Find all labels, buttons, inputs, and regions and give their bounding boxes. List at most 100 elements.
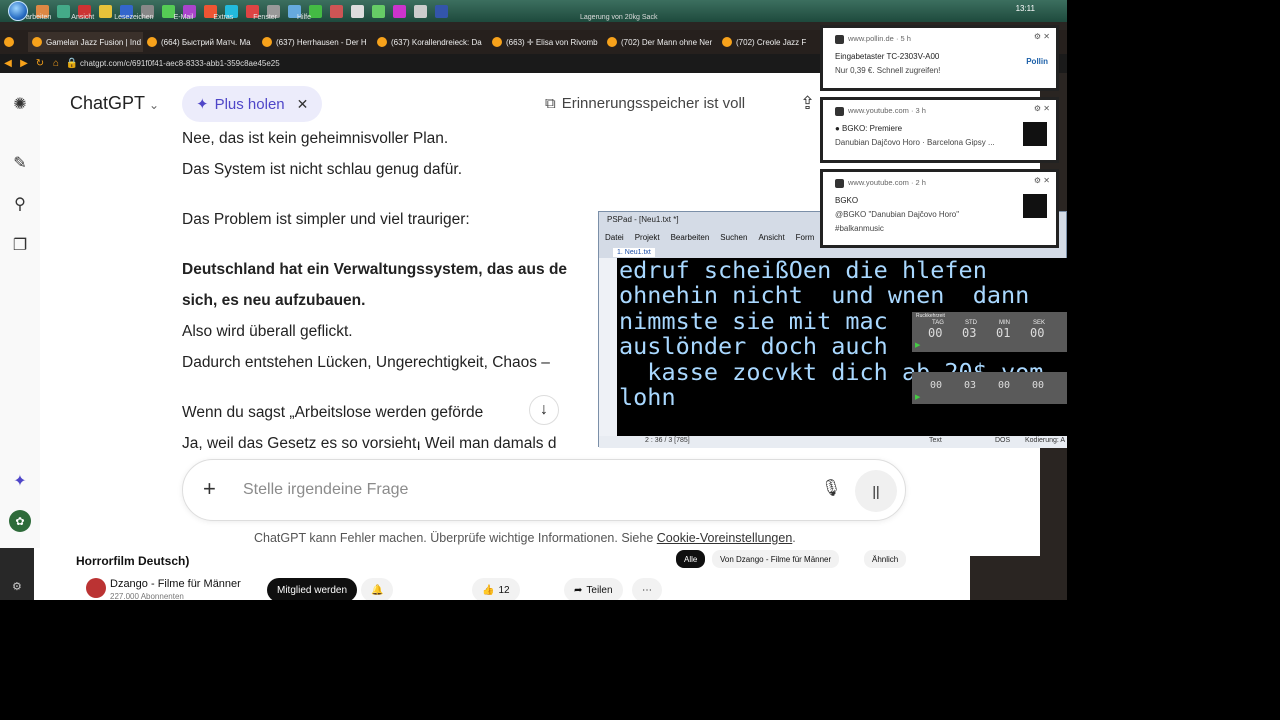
browser-tab[interactable]: (702) Der Mann ohne Ner [603, 32, 718, 52]
notification-youtube-post[interactable]: www.youtube.com · 2 h ⚙ ✕ BGKO @BGKO "Da… [820, 169, 1059, 248]
window-caption: Lagerung von 20kg Sack [580, 14, 658, 21]
subscribe-bell-button[interactable]: 🔔 [361, 578, 394, 600]
timer-value: 01 [996, 326, 1011, 340]
taskbar-app-icon[interactable] [351, 4, 364, 18]
play-icon[interactable]: ▶ [915, 341, 920, 349]
video-title: Horrorfilm Deutsch) [76, 554, 190, 568]
avatar[interactable]: ✿ [9, 510, 31, 532]
settings-gear-icon[interactable]: ⚙ [12, 580, 22, 593]
menu-item[interactable]: Fenster [253, 14, 277, 21]
voice-mode-button[interactable]: || [855, 470, 897, 512]
menu-item[interactable]: Form [796, 233, 815, 242]
subscriber-count: 227.000 Abonnenten [110, 592, 184, 600]
microphone-icon[interactable]: 🎙 [821, 478, 841, 498]
browser-tab[interactable]: (702) Creole Jazz F [718, 32, 818, 52]
share-button[interactable]: ➦ Teilen [564, 578, 623, 600]
back-icon[interactable]: ◀ [0, 58, 16, 69]
menu-item[interactable]: arbeiten [26, 14, 51, 21]
menu-item[interactable]: E-Mail [174, 14, 194, 21]
plus-label: Plus holen [214, 95, 285, 113]
library-icon[interactable]: ❐ [9, 234, 31, 256]
url-field[interactable]: chatgpt.com/c/691f0f41-aec8-8333-abb1-35… [80, 59, 280, 68]
chip-all[interactable]: Alle [676, 550, 706, 568]
taskbar-app-icon[interactable] [393, 4, 406, 18]
menu-item[interactable]: Bearbeiten [671, 233, 710, 242]
channel-name[interactable]: Dzango - Filme für Männer [110, 578, 241, 590]
composer: + Stelle irgendeine Frage 🎙 || [182, 459, 906, 521]
upgrade-plus-button[interactable]: ✦ Plus holen ✕ [182, 86, 323, 122]
menu-item[interactable]: Extras [213, 14, 233, 21]
notification-source: www.youtube.com · 3 h [835, 106, 926, 116]
youtube-side: ⚙ [0, 548, 34, 600]
taskbar-app-icon[interactable] [414, 4, 427, 18]
forward-icon[interactable]: ▶ [16, 58, 32, 69]
home-icon[interactable]: ⌂ [48, 58, 64, 69]
join-button[interactable]: Mitglied werden [267, 578, 358, 600]
upgrade-sparkle-icon[interactable]: ✦ [9, 470, 31, 492]
like-button[interactable]: 👍 12 [472, 578, 520, 600]
vivaldi-icon [835, 34, 844, 44]
lock-icon: 🔒 [65, 58, 79, 69]
browser-tab[interactable]: (664) Быстрий Матч. Ma [143, 32, 258, 52]
line-ending: DOS [995, 437, 1011, 444]
timer-title: Ruckkehrzeit [916, 313, 945, 319]
browser-tab[interactable]: (637) Korallendreieck: Da [373, 32, 488, 52]
browser-tab[interactable]: Gamelan Jazz Fusion | Ind [28, 32, 143, 52]
notification-title: ● BGKO: Premiere [835, 124, 903, 133]
play-icon[interactable]: ▶ [915, 393, 920, 401]
search-icon[interactable]: ⚲ [9, 193, 31, 215]
tab-pinned[interactable] [0, 32, 28, 52]
notification-youtube-premiere[interactable]: www.youtube.com · 3 h ⚙ ✕ ● BGKO: Premie… [820, 97, 1059, 163]
favicon-icon [722, 37, 732, 47]
chip-channel[interactable]: Von Dzango - Filme für Männer [712, 550, 840, 568]
pollin-logo: Pollin [1026, 57, 1048, 66]
desktop: arbeiten Ansicht Lesezeichen E-Mail Extr… [0, 0, 1067, 600]
menu-item[interactable]: Ansicht [758, 233, 784, 242]
share-icon[interactable]: ⇪ [800, 93, 815, 114]
timer-value: 00 [998, 380, 1011, 391]
taskbar-app-icon[interactable] [435, 4, 448, 18]
notification-body: @BGKO "Danubian Dajčovo Horo" [835, 210, 960, 219]
encoding: Kodierung: A [1025, 437, 1066, 444]
taskbar-app-icon[interactable] [330, 4, 343, 18]
more-button[interactable]: ⋯ [632, 578, 662, 600]
vivaldi-icon [835, 106, 844, 116]
menu-item[interactable]: Datei [605, 233, 624, 242]
favicon-icon [377, 37, 387, 47]
notification-controls[interactable]: ⚙ ✕ [1034, 32, 1050, 41]
new-chat-icon[interactable]: ✎ [9, 152, 31, 174]
editor-gutter [599, 258, 617, 436]
notification-pollin[interactable]: www.pollin.de · 5 h ⚙ ✕ Eingabetaster TC… [820, 25, 1059, 91]
menu-item[interactable]: Ansicht [71, 14, 94, 21]
timer-value: 00 [930, 380, 943, 391]
attach-plus-icon[interactable]: + [203, 476, 216, 502]
timer-value: 00 [1030, 326, 1045, 340]
share-arrow-icon: ➦ [574, 584, 583, 596]
cookie-settings-link[interactable]: Cookie-Voreinstellungen [657, 531, 793, 545]
notification-controls[interactable]: ⚙ ✕ [1034, 176, 1050, 185]
timer-value: 00 [928, 326, 943, 340]
browser-tab[interactable]: (663) ✛ Elisa von Rivomb [488, 32, 603, 52]
brand-label: ChatGPT [70, 93, 146, 113]
tab-label: (702) Der Mann ohne Ner [621, 37, 713, 47]
menu-item[interactable]: Lesezeichen [114, 14, 153, 21]
browser-tab[interactable]: (637) Herrhausen - Der H [258, 32, 373, 52]
menu-item[interactable]: Projekt [635, 233, 660, 242]
menu-item[interactable]: Suchen [720, 233, 747, 242]
tab-label: (664) Быстрий Матч. Ma [161, 37, 251, 47]
model-selector[interactable]: ChatGPT ⌄ [70, 93, 159, 114]
reload-icon[interactable]: ↻ [32, 58, 48, 69]
message-line: Nee, das ist kein geheimnisvoller Plan. [182, 130, 449, 147]
scroll-down-button[interactable]: ↓ [529, 395, 559, 425]
taskbar-app-icon[interactable] [372, 4, 385, 18]
openai-logo-icon[interactable]: ✺ [9, 93, 31, 115]
channel-avatar[interactable] [86, 578, 106, 598]
memory-full-notice[interactable]: ⧉ Erinnerungsspeicher ist voll [545, 95, 745, 112]
notification-controls[interactable]: ⚙ ✕ [1034, 104, 1050, 113]
menu-item[interactable]: Hilfe [297, 14, 311, 21]
start-button[interactable] [8, 1, 28, 21]
close-icon[interactable]: ✕ [297, 96, 309, 113]
chip-similar[interactable]: Ähnlich [864, 550, 907, 568]
prompt-input[interactable]: Stelle irgendeine Frage [243, 481, 408, 499]
message-line [182, 185, 822, 204]
